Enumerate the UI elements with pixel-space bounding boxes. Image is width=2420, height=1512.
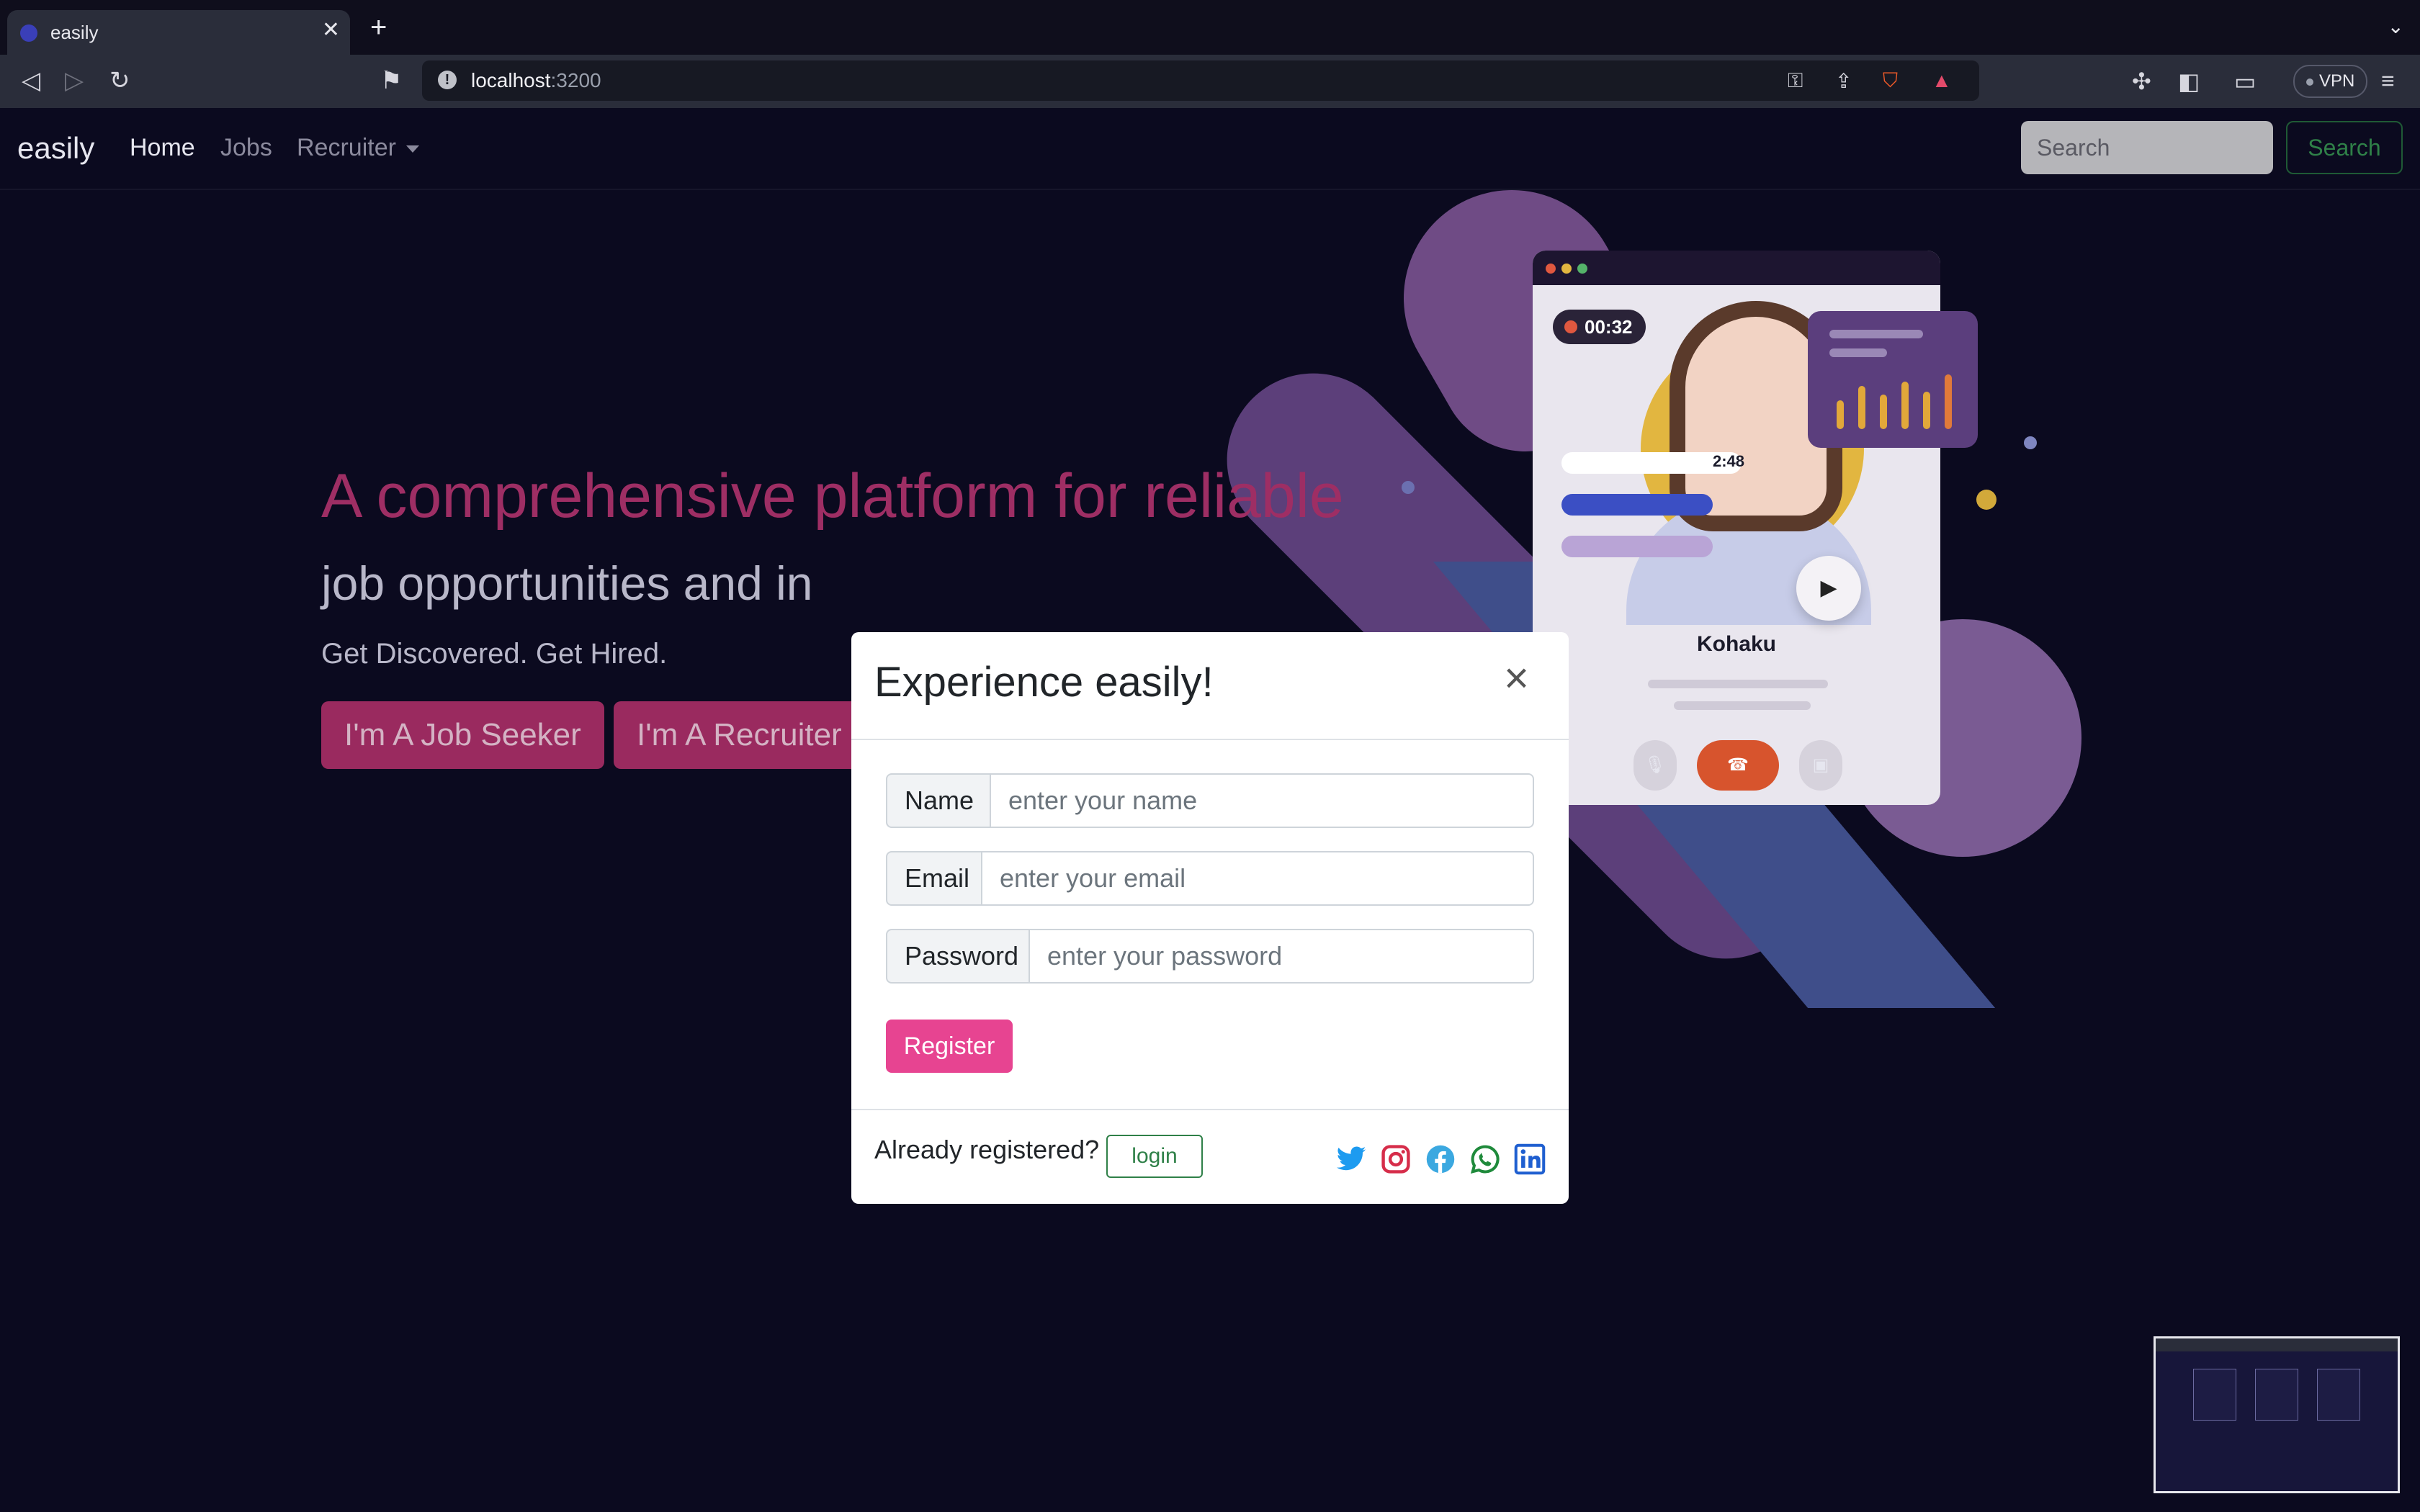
nav-link-jobs[interactable]: Jobs bbox=[220, 134, 272, 162]
favicon-icon bbox=[20, 24, 37, 42]
recruiter-button[interactable]: I'm A Recruiter bbox=[614, 701, 865, 769]
facebook-icon[interactable] bbox=[1425, 1143, 1456, 1175]
new-tab-icon[interactable]: + bbox=[370, 12, 387, 44]
browser-toolbar: ◁ ▷ ↻ ⚑ ! localhost:3200 ⚿ ⇪ ⛉ ▲ ✣ ◧ ▭ V… bbox=[0, 55, 2420, 108]
register-modal: Experience easily! × Name Email Password… bbox=[851, 632, 1569, 1204]
nav-dropdown-recruiter[interactable]: Recruiter bbox=[297, 134, 419, 162]
sidebar-icon[interactable]: ◧ bbox=[2178, 68, 2200, 95]
modal-footer: Already registered? login bbox=[851, 1109, 1569, 1205]
site-navbar: easily Home Jobs Recruiter Search bbox=[0, 108, 2420, 190]
chip-time: 2:48 bbox=[1713, 452, 1745, 470]
job-seeker-button[interactable]: I'm A Job Seeker bbox=[321, 701, 604, 769]
back-icon[interactable]: ◁ bbox=[22, 66, 40, 95]
whatsapp-icon[interactable] bbox=[1469, 1143, 1501, 1175]
modal-header: Experience easily! × bbox=[851, 632, 1569, 740]
play-icon: ▶ bbox=[1796, 556, 1861, 621]
already-registered-text: Already registered? bbox=[874, 1135, 1100, 1164]
password-input[interactable] bbox=[1030, 929, 1534, 984]
linkedin-icon[interactable] bbox=[1514, 1143, 1546, 1175]
share-icon[interactable]: ⇪ bbox=[1835, 69, 1852, 93]
nav-link-home[interactable]: Home bbox=[130, 134, 195, 162]
page-content: easily Home Jobs Recruiter Search 00:32 … bbox=[0, 108, 2420, 1512]
hang-up-icon: ☎ bbox=[1697, 740, 1779, 791]
instagram-icon[interactable] bbox=[1380, 1143, 1412, 1175]
hero-headline-line2: job opportunities and in bbox=[321, 557, 813, 610]
vpn-button[interactable]: VPN bbox=[2293, 65, 2368, 98]
browser-tab[interactable]: easily ✕ bbox=[7, 10, 350, 55]
twitter-icon[interactable] bbox=[1335, 1143, 1367, 1175]
email-field-group: Email bbox=[886, 851, 1534, 906]
modal-title: Experience easily! bbox=[874, 659, 1214, 706]
brand-logo[interactable]: easily bbox=[17, 131, 94, 166]
name-input[interactable] bbox=[991, 773, 1534, 828]
hero-tagline: Get Discovered. Get Hired. bbox=[321, 638, 668, 670]
close-icon[interactable]: × bbox=[1504, 657, 1529, 700]
password-label: Password bbox=[886, 929, 1030, 984]
forward-icon[interactable]: ▷ bbox=[65, 66, 84, 95]
search-input[interactable] bbox=[2021, 121, 2273, 174]
bookmark-icon[interactable]: ⚑ bbox=[380, 66, 402, 95]
reload-icon[interactable]: ↻ bbox=[109, 66, 130, 95]
login-button[interactable]: login bbox=[1106, 1135, 1203, 1178]
name-field-group: Name bbox=[886, 773, 1534, 828]
call-timer: 00:32 bbox=[1553, 310, 1646, 344]
brave-shield-icon[interactable]: ⛉ bbox=[1883, 69, 1898, 93]
search-button[interactable]: Search bbox=[2286, 121, 2403, 174]
wallet-icon[interactable]: ▭ bbox=[2234, 68, 2256, 95]
menu-icon[interactable]: ≡ bbox=[2381, 68, 2395, 94]
url-text[interactable]: localhost:3200 bbox=[471, 69, 601, 92]
key-icon[interactable]: ⚿ bbox=[1788, 69, 1803, 93]
email-input[interactable] bbox=[982, 851, 1534, 906]
address-bar[interactable]: ! localhost:3200 ⚿ ⇪ ⛉ ▲ bbox=[422, 60, 1979, 101]
register-button[interactable]: Register bbox=[886, 1020, 1013, 1073]
stats-card bbox=[1808, 311, 1978, 448]
tab-list-chevron-icon[interactable]: ⌄ bbox=[2388, 14, 2404, 38]
caret-down-icon bbox=[405, 145, 419, 153]
tab-title: easily bbox=[50, 22, 99, 43]
site-info-icon[interactable]: ! bbox=[438, 71, 457, 89]
camera-icon: ▣ bbox=[1799, 740, 1842, 791]
audio-chips: 2:48 bbox=[1561, 452, 1744, 577]
password-field-group: Password bbox=[886, 929, 1534, 984]
close-tab-icon[interactable]: ✕ bbox=[322, 17, 340, 42]
caller-name: Kohaku bbox=[1696, 632, 1776, 656]
email-label: Email bbox=[886, 851, 982, 906]
brave-rewards-icon[interactable]: ▲ bbox=[1932, 69, 1952, 92]
window-preview-thumbnail[interactable] bbox=[2154, 1336, 2400, 1493]
browser-tab-strip: easily ✕ + ⌄ bbox=[0, 0, 2420, 55]
extensions-icon[interactable]: ✣ bbox=[2132, 68, 2151, 95]
hero-headline: A comprehensive platform for reliable bbox=[321, 462, 1344, 531]
microphone-icon: 🎙 bbox=[1634, 740, 1677, 791]
name-label: Name bbox=[886, 773, 991, 828]
